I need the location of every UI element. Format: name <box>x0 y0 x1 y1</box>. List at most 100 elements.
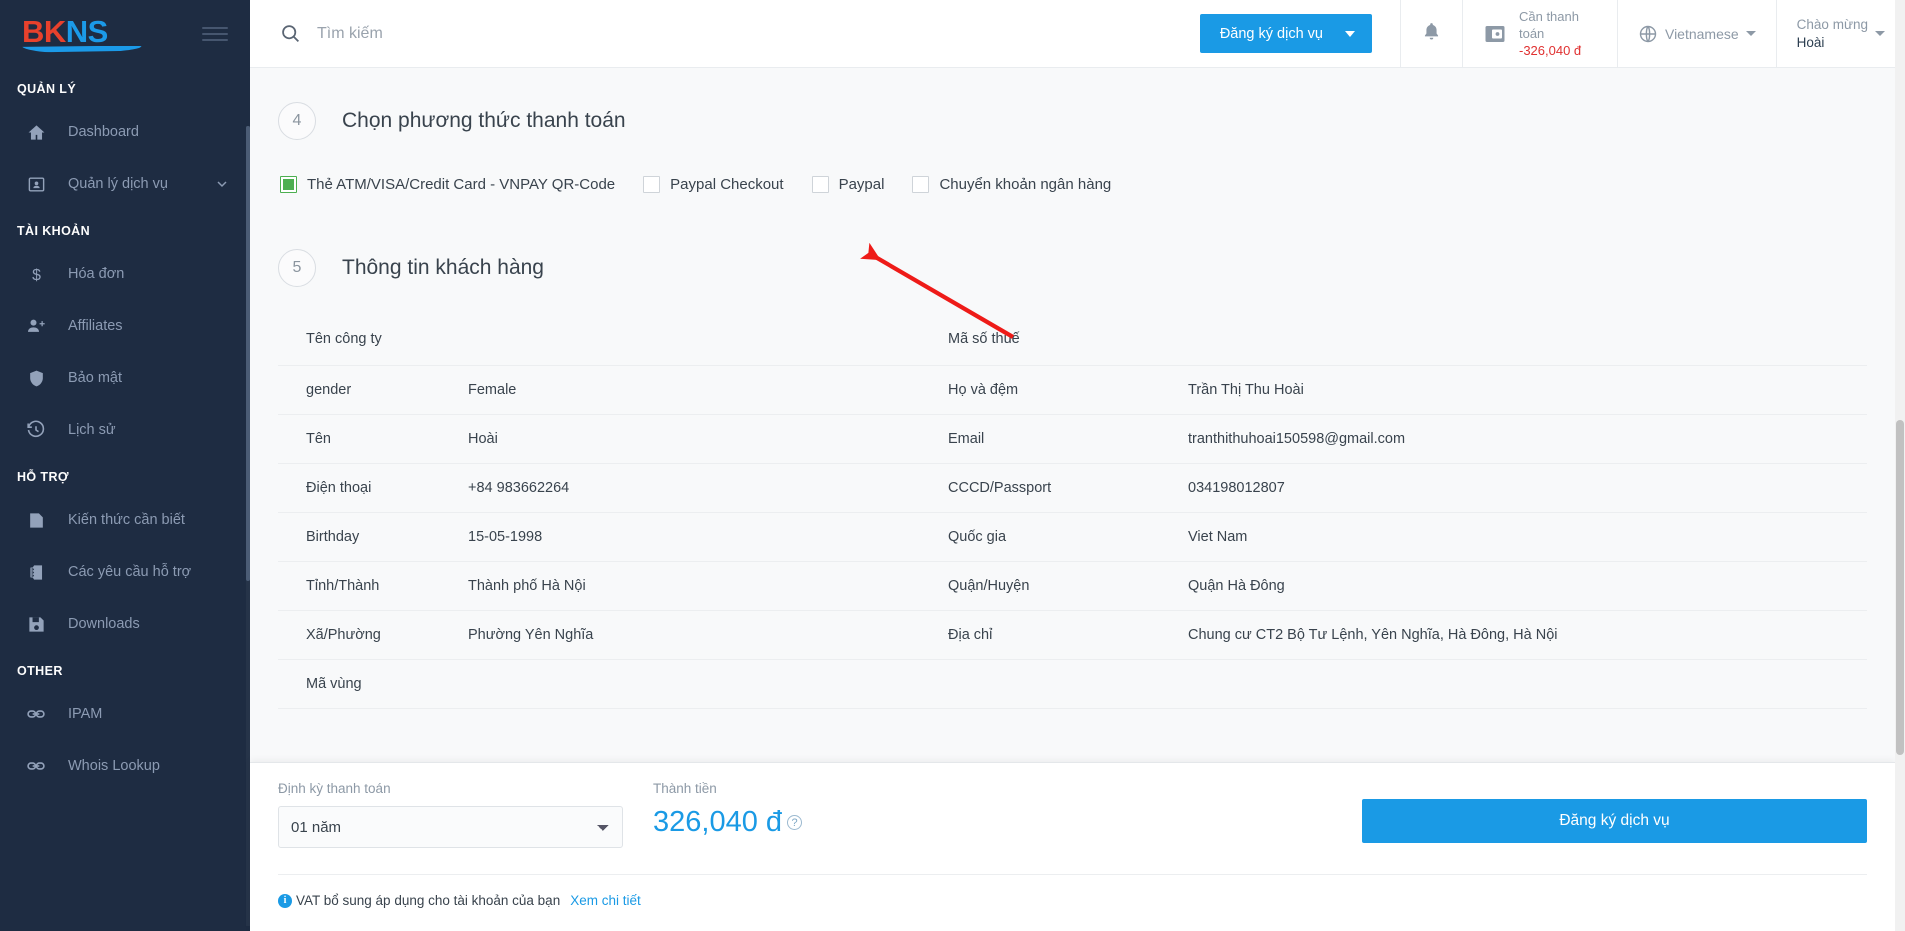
payment-option-vnpay[interactable]: Thẻ ATM/VISA/Credit Card - VNPAY QR-Code <box>280 176 615 193</box>
register-service-submit-button[interactable]: Đăng ký dịch vụ <box>1362 799 1867 843</box>
table-row: gender Female Họ và đệm Trần Thị Thu Hoà… <box>278 366 1867 415</box>
chevron-down-icon <box>1344 30 1355 37</box>
step-customer-info-header: 5 Thông tin khách hàng <box>278 193 1867 287</box>
user-greeting-label: Chào mừng <box>1796 16 1868 32</box>
payment-due-amount: -326,040 đ <box>1518 43 1582 59</box>
field-value: Phường Yên Nghĩa <box>468 627 594 643</box>
history-icon <box>24 418 48 442</box>
sidebar-item-label: Lịch sử <box>68 422 116 438</box>
checkbox-paypal[interactable] <box>811 176 829 193</box>
payment-option-paypal-checkout[interactable]: Paypal Checkout <box>643 176 784 193</box>
chevron-down-icon[interactable] <box>214 176 230 192</box>
step-number-badge: 5 <box>278 249 316 287</box>
page-scrollbar[interactable] <box>1895 0 1905 931</box>
payment-option-label: Thẻ ATM/VISA/Credit Card - VNPAY QR-Code <box>307 176 616 193</box>
sidebar-item-label: Affiliates <box>68 318 123 334</box>
field-value: 034198012807 <box>1188 480 1285 496</box>
payment-option-label: Paypal <box>838 176 885 193</box>
field-label: Tên công ty <box>306 331 382 347</box>
table-row: Điện thoại +84 983662264 CCCD/Passport 0… <box>278 464 1867 513</box>
field-value: Viet Nam <box>1188 529 1248 545</box>
checkout-footer-row: Định kỳ thanh toán 01 năm Thành tiền 326… <box>278 781 1867 848</box>
vat-note-text: VAT bổ sung áp dụng cho tài khoản của bạ… <box>296 893 561 908</box>
save-icon <box>24 612 48 636</box>
sidebar-item-downloads[interactable]: Downloads <box>0 598 250 650</box>
language-selector[interactable]: Vietnamese <box>1616 0 1776 67</box>
chevron-down-icon <box>1875 31 1885 36</box>
total-amount-label: Thành tiền <box>653 781 717 796</box>
user-menu[interactable]: Chào mừng Hoài <box>1775 0 1905 67</box>
sidebar-item-label: Bảo mật <box>68 370 122 386</box>
payment-due-label: Cần thanh toán <box>1518 8 1579 41</box>
field-label: Quận/Huyện <box>948 578 1030 594</box>
link-icon <box>24 754 48 778</box>
info-icon: i <box>278 893 292 908</box>
checkbox-vnpay[interactable] <box>280 176 297 193</box>
field-label: Mã số thuế <box>948 331 1020 347</box>
sidebar-section-title-tai-khoan: TÀI KHOẢN <box>17 224 91 238</box>
customer-info-table: Tên công ty Mã số thuế gender Female Họ … <box>278 315 1867 709</box>
billing-cycle-group: Định kỳ thanh toán 01 năm <box>278 781 653 848</box>
logo-text-bk: BK <box>22 13 66 49</box>
field-label: Điện thoại <box>306 480 372 496</box>
ticket-icon <box>24 560 48 584</box>
field-label: Email <box>948 431 985 447</box>
vat-note-row: i VAT bổ sung áp dụng cho tài khoản của … <box>278 874 1867 908</box>
sidebar-section-title-ho-tro: HỖ TRỢ <box>17 470 69 484</box>
search-icon[interactable] <box>280 23 301 44</box>
sidebar-item-dashboard[interactable]: Dashboard <box>0 106 250 158</box>
search-container <box>250 0 1200 67</box>
payment-method-options: Thẻ ATM/VISA/Credit Card - VNPAY QR-Code… <box>278 140 1867 193</box>
table-row: Birthday 15-05-1998 Quốc gia Viet Nam <box>278 513 1867 562</box>
sidebar-item-quan-ly-dich-vu[interactable]: Quản lý dịch vụ <box>0 158 250 210</box>
sidebar-item-whois-lookup[interactable]: Whois Lookup <box>0 740 250 792</box>
field-value: Trần Thị Thu Hoài <box>1188 382 1304 398</box>
sidebar-item-kien-thuc-can-biet[interactable]: Kiến thức cần biết <box>0 494 250 546</box>
sidebar-item-label: Quản lý dịch vụ <box>68 176 168 192</box>
payment-option-bank-transfer[interactable]: Chuyển khoản ngân hàng <box>912 176 1111 193</box>
sidebar-item-hoa-don[interactable]: $ Hóa đơn <box>0 248 250 300</box>
sidebar-item-affiliates[interactable]: Affiliates <box>0 300 250 352</box>
logo-text-ns: NS <box>65 13 109 49</box>
app-root: BKNS QUẢN LÝ Dashboard Quản lý dịch vụ T… <box>0 0 1905 931</box>
user-add-icon <box>24 314 48 338</box>
billing-cycle-select[interactable]: 01 năm <box>278 806 623 848</box>
checkbox-bank-transfer[interactable] <box>912 176 930 193</box>
payment-due-button[interactable]: Cần thanh toán -326,040 đ <box>1461 0 1617 67</box>
step-payment-method-header: 4 Chọn phương thức thanh toán <box>278 68 1867 140</box>
payment-option-label: Paypal Checkout <box>670 176 784 193</box>
register-service-header-button[interactable]: Đăng ký dịch vụ <box>1199 14 1372 53</box>
field-label: Địa chỉ <box>948 627 993 643</box>
sidebar-header: BKNS <box>0 0 250 68</box>
sidebar-section-title-other: OTHER <box>17 664 63 678</box>
question-mark-icon[interactable]: ? <box>787 815 803 830</box>
sidebar: BKNS QUẢN LÝ Dashboard Quản lý dịch vụ T… <box>0 0 250 931</box>
field-label <box>948 660 1188 709</box>
sidebar-item-lich-su[interactable]: Lịch sử <box>0 404 250 456</box>
sidebar-item-bao-mat[interactable]: Bảo mật <box>0 352 250 404</box>
field-value <box>1188 315 1867 366</box>
language-label: Vietnamese <box>1664 25 1739 42</box>
total-amount-row: 326,040 đ ? <box>653 806 1063 839</box>
sidebar-section-title-quan-ly: QUẢN LÝ <box>17 82 77 96</box>
sidebar-toggle-hamburger-icon[interactable] <box>202 23 228 45</box>
table-row: Tên công ty Mã số thuế <box>278 315 1867 366</box>
field-label: Họ và đệm <box>948 382 1019 398</box>
sidebar-item-ipam[interactable]: IPAM <box>0 688 250 740</box>
chevron-down-icon <box>1745 31 1756 36</box>
page-scrollbar-thumb[interactable] <box>1896 420 1904 755</box>
payment-option-paypal[interactable]: Paypal <box>811 176 885 193</box>
billing-cycle-label: Định kỳ thanh toán <box>278 781 391 796</box>
vat-details-link[interactable]: Xem chi tiết <box>570 893 641 908</box>
search-input[interactable] <box>317 24 797 43</box>
total-amount-value: 326,040 đ <box>653 806 783 838</box>
notifications-button[interactable] <box>1399 0 1462 67</box>
field-value: tranthithuhoai150598@gmail.com <box>1188 431 1406 447</box>
link-icon <box>24 702 48 726</box>
field-label: CCCD/Passport <box>948 480 1052 496</box>
sidebar-item-label: Whois Lookup <box>68 758 160 774</box>
bkns-logo[interactable]: BKNS <box>22 16 142 53</box>
sidebar-item-cac-yeu-cau-ho-tro[interactable]: Các yêu cầu hỗ trợ <box>0 546 250 598</box>
sidebar-item-label: Các yêu cầu hỗ trợ <box>68 564 192 580</box>
checkbox-paypal-checkout[interactable] <box>643 176 661 193</box>
